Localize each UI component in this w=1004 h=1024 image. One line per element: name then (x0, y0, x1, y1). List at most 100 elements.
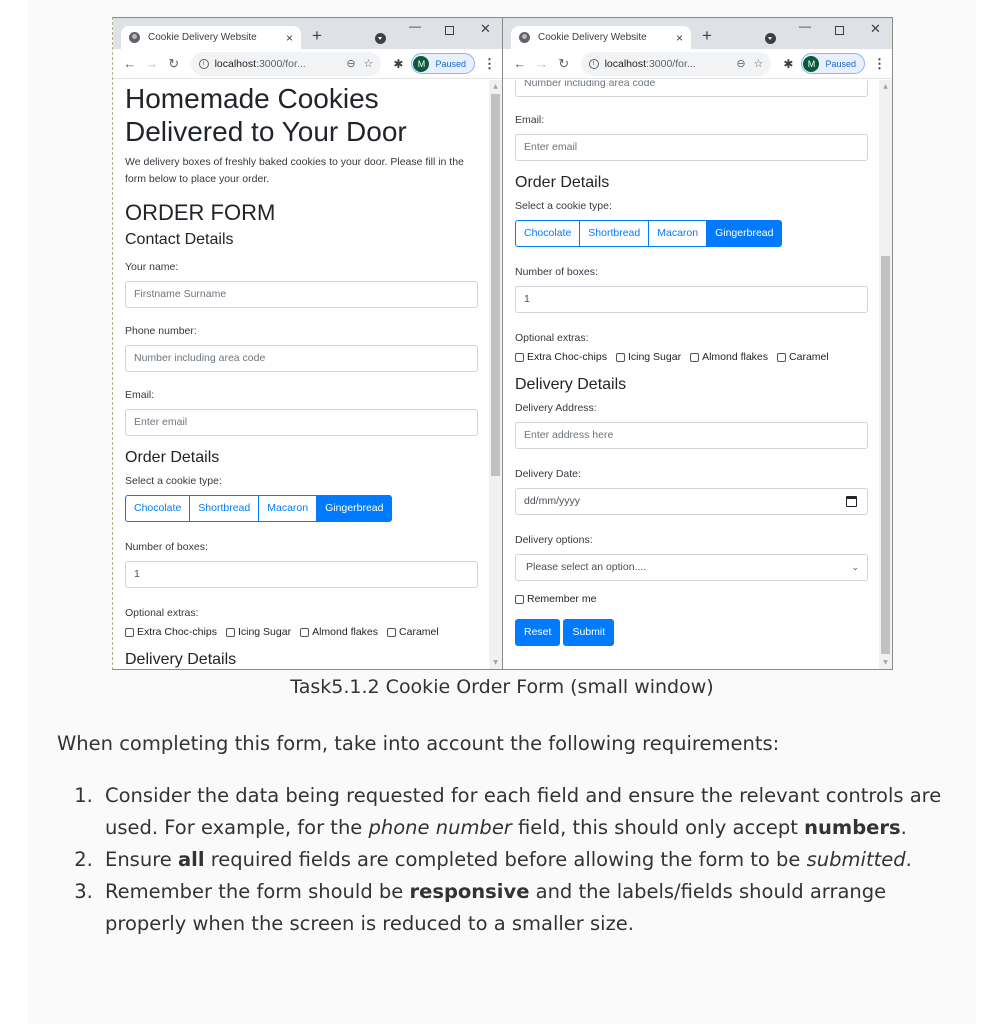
minimize-button[interactable]: — (409, 19, 421, 33)
submit-button[interactable]: Submit (563, 619, 615, 646)
extra-caramel[interactable]: Caramel (777, 351, 829, 363)
checkbox[interactable] (125, 627, 134, 637)
browser-toolbar: ← → ↻ i localhost:3000/for... ⊖ ☆ ✱ M Pa… (503, 49, 892, 79)
checkbox-label: Almond flakes (312, 626, 379, 638)
checkbox[interactable] (690, 352, 700, 362)
reload-icon[interactable]: ↻ (553, 56, 575, 72)
cookie-option-chocolate[interactable]: Chocolate (125, 495, 191, 522)
requirement-item: Remember the form should be responsive a… (99, 876, 957, 940)
cookie-option-chocolate[interactable]: Chocolate (515, 220, 581, 247)
maximize-button[interactable] (445, 26, 454, 35)
scroll-up-arrow-icon[interactable]: ▲ (879, 80, 892, 93)
calendar-icon[interactable] (846, 496, 857, 507)
extra-choc-chips[interactable]: Extra Choc-chips (515, 351, 607, 363)
name-input[interactable]: Firstname Surname (125, 281, 478, 308)
scroll-down-arrow-icon[interactable]: ▼ (489, 656, 502, 669)
reload-icon[interactable]: ↻ (163, 56, 185, 72)
text: Remember the form should be (105, 880, 410, 903)
bookmark-star-icon[interactable]: ☆ (364, 57, 374, 70)
tab-close-icon[interactable]: × (676, 31, 683, 45)
delivery-heading: Delivery Details (125, 651, 237, 668)
email-input[interactable]: Enter email (515, 134, 868, 161)
figure-caption: Task5.1.2 Cookie Order Form (small windo… (290, 676, 714, 698)
url-text: localhost:3000/for... (605, 58, 729, 70)
boxes-input[interactable]: 1 (515, 286, 868, 313)
menu-kebab-icon[interactable]: ⋮ (873, 56, 886, 72)
cookie-option-macaron[interactable]: Macaron (648, 220, 708, 247)
checkbox[interactable] (777, 352, 787, 362)
checkbox[interactable] (615, 352, 625, 362)
tab-search-icon[interactable] (375, 33, 386, 44)
email-input[interactable]: Enter email (125, 409, 478, 436)
email-label: Email: (125, 389, 155, 401)
profile-button[interactable]: M Paused (801, 53, 866, 74)
boxes-label: Number of boxes: (515, 266, 598, 278)
checkbox[interactable] (515, 594, 524, 604)
extra-icing-sugar[interactable]: Icing Sugar (225, 626, 291, 638)
delivery-options-select[interactable]: Please select an option.... ⌄ (515, 554, 868, 581)
cookie-option-gingerbread[interactable]: Gingerbread (316, 495, 393, 522)
forward-icon[interactable]: → (531, 56, 553, 71)
forward-icon[interactable]: → (141, 56, 163, 71)
extra-almond-flakes[interactable]: Almond flakes (300, 626, 378, 638)
tab-search-icon[interactable] (765, 33, 776, 44)
cookie-option-shortbread[interactable]: Shortbread (579, 220, 650, 247)
back-icon[interactable]: ← (119, 56, 141, 71)
checkbox[interactable] (515, 352, 524, 362)
remember-me-checkbox[interactable]: Remember me (515, 593, 596, 605)
avatar: M (803, 55, 820, 72)
reset-button[interactable]: Reset (515, 619, 561, 646)
cookie-option-gingerbread[interactable]: Gingerbread (706, 220, 783, 247)
tab-close-icon[interactable]: × (286, 31, 293, 45)
new-tab-button[interactable]: + (312, 27, 322, 44)
scroll-down-arrow-icon[interactable]: ▼ (879, 656, 892, 669)
vertical-scrollbar[interactable]: ▲ ▼ (879, 80, 892, 669)
address-input[interactable]: Enter address here (515, 422, 868, 449)
contact-heading: Contact Details (125, 231, 234, 248)
maximize-button[interactable] (835, 26, 844, 35)
order-heading: Order Details (515, 174, 610, 191)
order-page: Number including area code Email: Enter … (515, 80, 868, 646)
browser-toolbar: ← → ↻ i localhost:3000/for... ⊖ ☆ ✱ M Pa… (113, 49, 502, 79)
scrollbar-thumb[interactable] (491, 94, 500, 476)
close-window-button[interactable]: ✕ (870, 21, 881, 37)
minimize-button[interactable]: — (799, 19, 811, 33)
scroll-up-arrow-icon[interactable]: ▲ (489, 80, 502, 93)
form-title: ORDER FORM (125, 200, 276, 225)
profile-status: Paused (825, 58, 857, 69)
phone-input[interactable]: Number including area code (125, 345, 478, 372)
extra-choc-chips[interactable]: Extra Choc-chips (125, 626, 217, 638)
extra-icing-sugar[interactable]: Icing Sugar (615, 351, 681, 363)
checkbox[interactable] (225, 627, 235, 637)
zoom-icon[interactable]: ⊖ (346, 57, 355, 70)
address-bar[interactable]: i localhost:3000/for... ⊖ ☆ (580, 51, 772, 76)
info-icon[interactable]: i (198, 58, 209, 69)
phone-label: Phone number: (125, 325, 197, 337)
phone-input[interactable]: Number including area code (515, 80, 868, 97)
extensions-puzzle-icon[interactable]: ✱ (783, 57, 793, 71)
checkbox[interactable] (300, 627, 310, 637)
browser-tab[interactable]: Cookie Delivery Website × (121, 26, 301, 49)
back-icon[interactable]: ← (509, 56, 531, 71)
url-path: :3000/for... (646, 57, 696, 70)
scrollbar-thumb[interactable] (881, 256, 890, 654)
date-input[interactable]: dd/mm/yyyy (515, 488, 868, 515)
address-bar[interactable]: i localhost:3000/for... ⊖ ☆ (190, 51, 382, 76)
browser-tab[interactable]: Cookie Delivery Website × (511, 26, 691, 49)
extras-label: Optional extras: (515, 332, 589, 344)
profile-button[interactable]: M Paused (411, 53, 476, 74)
info-icon[interactable]: i (588, 58, 599, 69)
new-tab-button[interactable]: + (702, 27, 712, 44)
cookie-option-shortbread[interactable]: Shortbread (189, 495, 260, 522)
zoom-icon[interactable]: ⊖ (736, 57, 745, 70)
vertical-scrollbar[interactable]: ▲ ▼ (489, 80, 502, 669)
extensions-puzzle-icon[interactable]: ✱ (393, 57, 403, 71)
extra-almond-flakes[interactable]: Almond flakes (690, 351, 768, 363)
bookmark-star-icon[interactable]: ☆ (754, 57, 764, 70)
menu-kebab-icon[interactable]: ⋮ (483, 56, 496, 72)
cookie-option-macaron[interactable]: Macaron (258, 495, 318, 522)
close-window-button[interactable]: ✕ (480, 21, 491, 37)
extra-caramel[interactable]: Caramel (387, 626, 439, 638)
checkbox[interactable] (387, 627, 397, 637)
boxes-input[interactable]: 1 (125, 561, 478, 588)
